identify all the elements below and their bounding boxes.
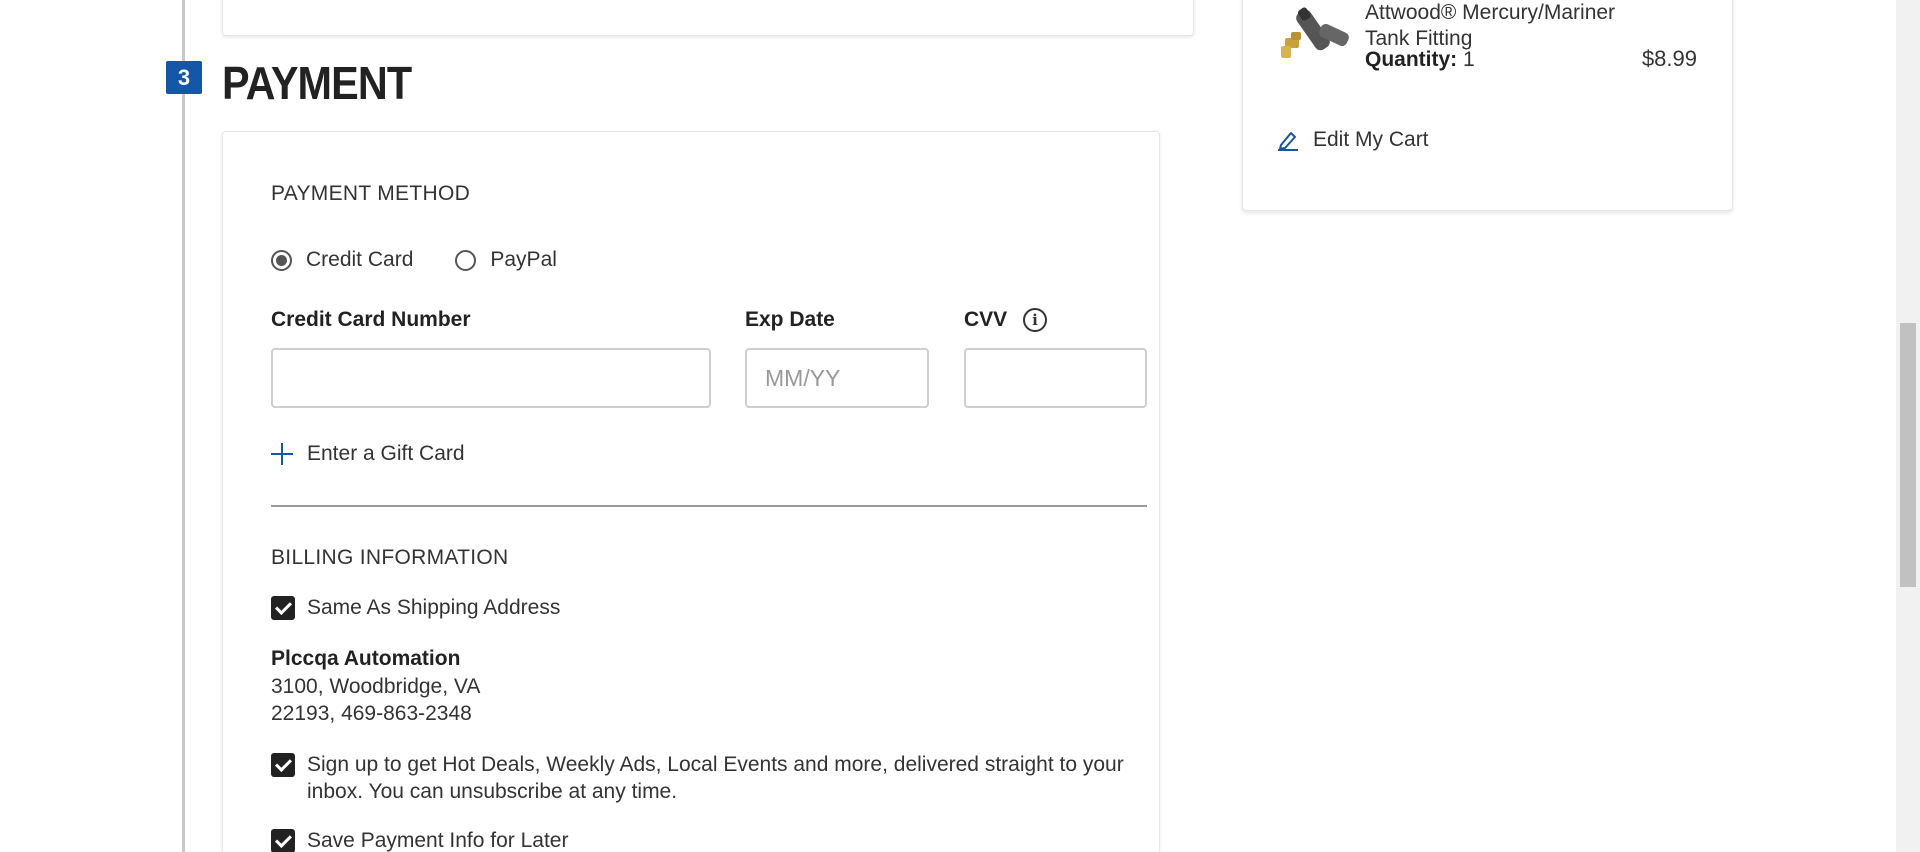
payment-method-options: Credit Card PayPal	[271, 248, 599, 272]
quantity-label: Quantity:	[1365, 48, 1458, 71]
product-price: $8.99	[1641, 46, 1697, 71]
cvv-input[interactable]	[964, 348, 1147, 408]
billing-heading: BILLING INFORMATION	[271, 546, 509, 569]
newsletter-label: Sign up to get Hot Deals, Weekly Ads, Lo…	[307, 753, 1124, 803]
same-as-shipping-label: Same As Shipping Address	[307, 596, 561, 619]
cvv-label: CVV	[964, 308, 1008, 331]
radio-unselected-icon	[455, 249, 477, 271]
edit-my-cart-label: Edit My Cart	[1313, 128, 1429, 151]
payment-method-heading: PAYMENT METHOD	[271, 182, 471, 205]
enter-gift-card-link[interactable]: Enter a Gift Card	[271, 442, 465, 466]
info-icon[interactable]: i	[1023, 308, 1047, 332]
exp-date-label: Exp Date	[745, 308, 835, 331]
plus-icon	[271, 443, 293, 465]
billing-address-line2: 22193, 469-863-2348	[271, 702, 472, 725]
step-number-badge: 3	[166, 61, 202, 94]
product-name-line1: Attwood® Mercury/Mariner	[1365, 1, 1616, 24]
product-quantity: Quantity: 1	[1365, 48, 1475, 72]
step-title: PAYMENT	[222, 57, 412, 109]
edit-my-cart-link[interactable]: Edit My Cart	[1277, 128, 1429, 152]
quantity-value: 1	[1463, 48, 1475, 71]
radio-paypal-label: PayPal	[490, 248, 557, 271]
checkout-step-line	[182, 0, 185, 852]
order-summary-card: Attwood® Mercury/Mariner Tank Fitting Qu…	[1242, 0, 1733, 211]
billing-address-line1: 3100, Woodbridge, VA	[271, 675, 481, 698]
page-scrollbar[interactable]	[1896, 0, 1920, 852]
same-as-shipping-checkbox[interactable]: Same As Shipping Address	[271, 596, 560, 621]
scrollbar-thumb[interactable]	[1900, 323, 1916, 587]
radio-paypal[interactable]: PayPal	[455, 248, 557, 272]
section-divider	[271, 505, 1147, 507]
product-name[interactable]: Attwood® Mercury/Mariner Tank Fitting	[1365, 0, 1705, 52]
pencil-icon	[1278, 132, 1298, 151]
card-number-input[interactable]	[271, 348, 711, 408]
gift-card-label: Enter a Gift Card	[307, 442, 465, 465]
radio-credit-card-label: Credit Card	[306, 248, 414, 271]
checkbox-checked-icon	[271, 596, 295, 620]
checkbox-checked-icon	[271, 829, 295, 852]
payment-card: PAYMENT METHOD Credit Card PayPal Credit…	[222, 131, 1160, 852]
radio-selected-icon	[271, 249, 292, 271]
radio-credit-card[interactable]: Credit Card	[271, 248, 413, 272]
billing-name: Plccqa Automation	[271, 647, 461, 670]
card-number-label: Credit Card Number	[271, 308, 471, 331]
checkbox-checked-icon	[271, 753, 295, 777]
save-payment-checkbox[interactable]: Save Payment Info for Later	[271, 829, 568, 852]
product-image	[1281, 7, 1349, 58]
exp-date-input[interactable]	[745, 348, 929, 408]
newsletter-checkbox[interactable]: Sign up to get Hot Deals, Weekly Ads, Lo…	[271, 753, 1147, 805]
save-payment-label: Save Payment Info for Later	[307, 829, 569, 852]
previous-step-card	[222, 0, 1194, 36]
